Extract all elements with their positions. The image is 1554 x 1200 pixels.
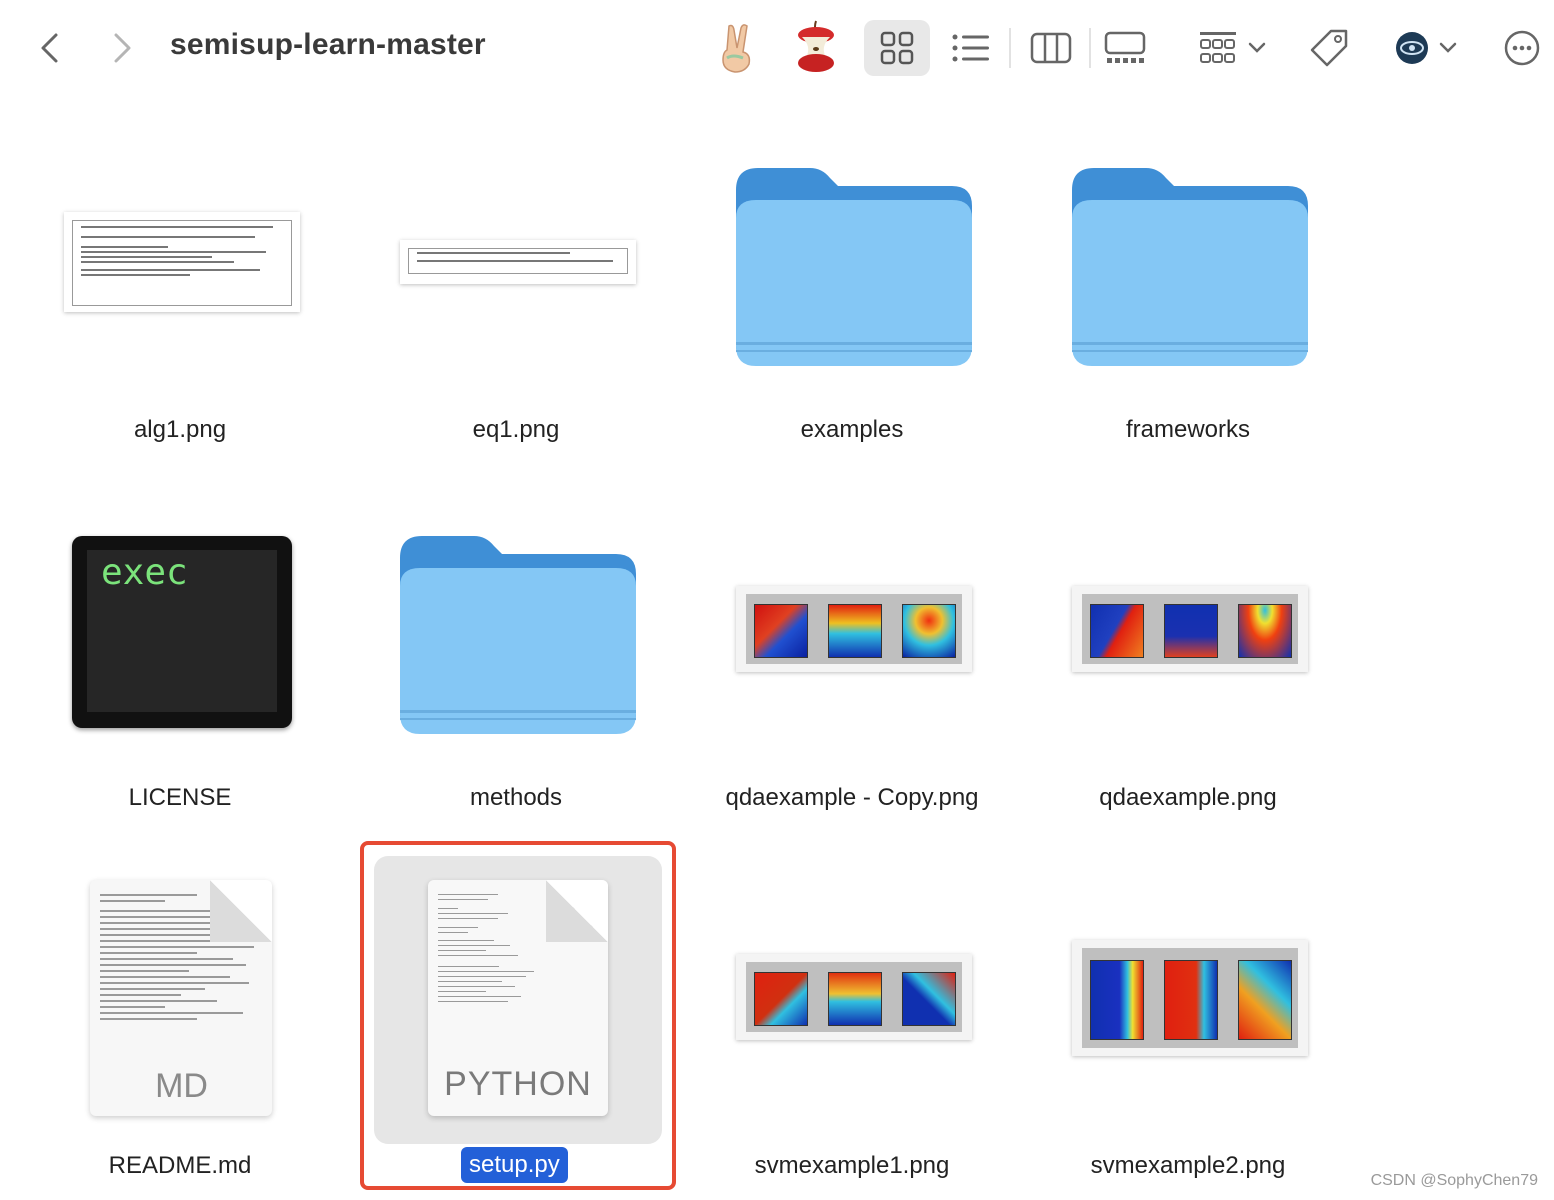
tags-button[interactable] (1306, 20, 1352, 76)
file-label[interactable]: qdaexample - Copy.png (684, 784, 1020, 812)
chevron-down-icon (1439, 42, 1457, 53)
eye-icon (1396, 32, 1428, 64)
file-thumbnail-svmexample1[interactable] (736, 954, 972, 1040)
file-label[interactable]: alg1.png (12, 416, 348, 444)
folder-icon[interactable] (734, 166, 974, 368)
back-button[interactable] (30, 26, 70, 70)
markdown-file-icon[interactable]: MD (90, 880, 272, 1116)
group-icon (1200, 32, 1236, 63)
grid-view-icon (880, 31, 914, 65)
folder-label[interactable]: examples (684, 416, 1020, 444)
md-badge-text: MD (155, 1067, 208, 1105)
selected-file-label[interactable]: setup.py (461, 1147, 568, 1183)
victory-hand-tag-button[interactable] (712, 20, 762, 76)
more-actions-button[interactable] (1500, 20, 1544, 76)
forward-button[interactable] (102, 26, 142, 70)
window-title: semisup-learn-master (170, 28, 486, 61)
ellipsis-circle-icon (1504, 30, 1540, 66)
gallery-view-icon (1104, 31, 1146, 63)
file-label[interactable]: LICENSE (12, 784, 348, 812)
folder-label[interactable]: methods (348, 784, 684, 812)
file-label[interactable]: svmexample2.png (1020, 1152, 1356, 1180)
group-by-button[interactable] (1190, 20, 1274, 76)
file-thumbnail-alg1[interactable] (64, 212, 300, 312)
file-thumbnail-qdaexample-copy[interactable] (736, 586, 972, 672)
chevron-left-icon (41, 33, 58, 63)
watermark: CSDN @SophyChen79 (1370, 1172, 1538, 1189)
column-view-button[interactable] (1028, 20, 1074, 76)
file-thumbnail-eq1[interactable] (400, 240, 636, 284)
apple-core-icon (798, 20, 834, 72)
apple-core-tag-button[interactable] (790, 20, 842, 76)
exec-file-icon[interactable]: exec (72, 536, 292, 728)
folder-icon[interactable] (398, 534, 638, 736)
column-view-icon (1030, 32, 1072, 64)
list-view-icon (952, 34, 989, 62)
victory-hand-icon (722, 24, 751, 73)
python-badge-text: PYTHON (444, 1065, 592, 1103)
file-label[interactable]: svmexample1.png (684, 1152, 1020, 1180)
chevron-down-icon (1248, 42, 1266, 53)
folder-label[interactable]: frameworks (1020, 416, 1356, 444)
python-file-icon[interactable]: PYTHON (428, 880, 608, 1116)
file-label[interactable]: eq1.png (348, 416, 684, 444)
chevron-right-icon (114, 33, 131, 63)
file-thumbnail-qdaexample[interactable] (1072, 586, 1308, 672)
folder-icon[interactable] (1070, 166, 1310, 368)
file-label[interactable]: README.md (12, 1152, 348, 1180)
icon-view-button[interactable] (864, 20, 930, 76)
quick-look-button[interactable] (1390, 20, 1462, 76)
file-label[interactable]: qdaexample.png (1020, 784, 1356, 812)
gallery-view-button[interactable] (1102, 20, 1148, 76)
tag-icon (1310, 29, 1348, 67)
toolbar: semisup-learn-master (0, 0, 1554, 96)
exec-text: exec (101, 552, 188, 593)
file-thumbnail-svmexample2[interactable] (1072, 940, 1308, 1056)
list-view-button[interactable] (948, 20, 994, 76)
